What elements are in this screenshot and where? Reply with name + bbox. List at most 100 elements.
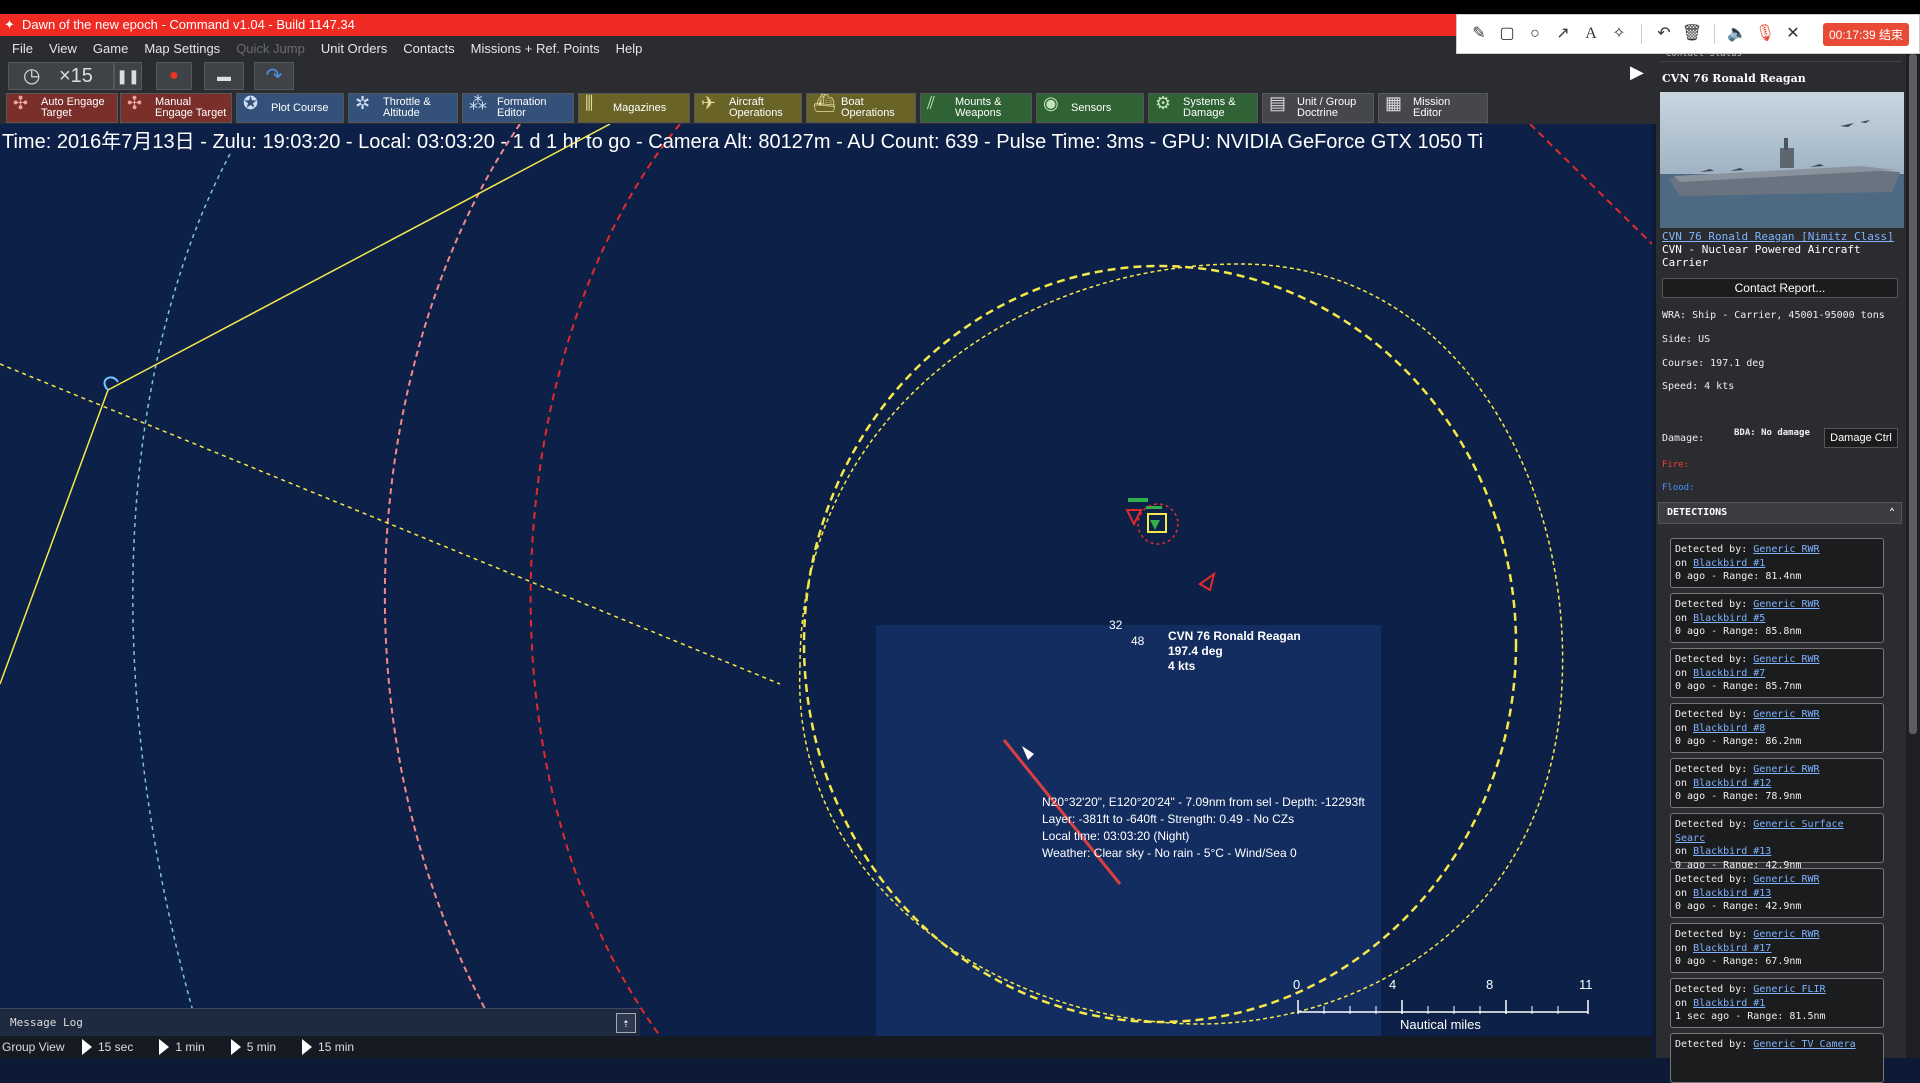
auto-engage-button[interactable]: ✣ Auto Engage Target (6, 93, 118, 123)
group-view-label[interactable]: Group View (0, 1040, 82, 1054)
manual-engage-button[interactable]: ✣ Manual Engage Target (120, 93, 232, 123)
platform-link[interactable]: Blackbird #17 (1693, 943, 1771, 954)
detection-age: 0 ago (1675, 626, 1706, 637)
record-button[interactable]: ● (156, 62, 192, 90)
throttle-button[interactable]: ✲ Throttle & Altitude (348, 93, 458, 123)
undo-icon[interactable]: ↶ (1652, 22, 1676, 46)
aircraft-operations-button[interactable]: ✈ Aircraft Operations (694, 93, 802, 123)
sensor-link[interactable]: Generic RWR (1753, 654, 1819, 665)
systems-damage-button[interactable]: ⚙ Systems & Damage (1148, 93, 1258, 123)
pause-button[interactable]: ❚❚ (114, 62, 142, 90)
detection-age: 0 ago (1675, 791, 1706, 802)
record-timer-button[interactable]: 00:17:39 结束 (1823, 22, 1910, 46)
menu-view[interactable]: View (41, 41, 85, 56)
detection-range: Range: 78.9nm (1723, 791, 1802, 802)
mission-editor-button[interactable]: ▦ Mission Editor (1378, 93, 1488, 123)
collapse-panel-icon[interactable]: ▶ (1630, 62, 1644, 82)
platform-link[interactable]: Blackbird #8 (1693, 723, 1765, 734)
mounts-weapons-button[interactable]: ⫽ Mounts & Weapons (920, 93, 1032, 123)
detection-card[interactable]: Detected by: Generic TV Cameraon - (1670, 1033, 1884, 1083)
sensor-link[interactable]: Generic Surface Searc (1675, 819, 1844, 844)
detection-card[interactable]: Detected by: Generic RWR on Blackbird #7 0… (1670, 648, 1884, 698)
menu-game[interactable]: Game (85, 41, 136, 56)
detection-card[interactable]: Detected by: Generic RWR on Blackbird #17… (1670, 923, 1884, 973)
clock-button[interactable]: ◷ ×15 (8, 62, 114, 90)
boat-operations-button[interactable]: ⛴ Boat Operations (806, 93, 916, 123)
menu-map-settings[interactable]: Map Settings (136, 41, 228, 56)
close-icon[interactable]: ✕ (1781, 22, 1805, 46)
play-icon (230, 1039, 241, 1055)
sensor-link[interactable]: Generic RWR (1753, 764, 1819, 775)
expand-log-icon[interactable]: ⇡ (616, 1013, 636, 1033)
menu-missions[interactable]: Missions + Ref. Points (463, 41, 608, 56)
damage-control-button[interactable]: Damage Ctrl (1824, 428, 1898, 448)
jump-arrow-button[interactable]: ↷ (254, 62, 294, 90)
gear-icon: ⚙ (1155, 93, 1172, 113)
sensor-link[interactable]: Generic RWR (1753, 874, 1819, 885)
scrollbar-thumb[interactable] (1909, 54, 1917, 734)
sensor-link[interactable]: Generic RWR (1753, 599, 1819, 610)
detection-card[interactable]: Detected by: Generic FLIR on Blackbird #1… (1670, 978, 1884, 1028)
sensor-link[interactable]: Generic RWR (1753, 544, 1819, 555)
magazines-button[interactable]: ⫼ Magazines (578, 93, 690, 123)
message-log-bar[interactable]: Message Log ⇡ (0, 1008, 640, 1036)
auto-engage-label: Auto Engage Target (41, 96, 105, 119)
pen-icon[interactable]: ✎ (1467, 22, 1491, 46)
mic-muted-icon[interactable]: 🎙 (1753, 22, 1777, 46)
class-link[interactable]: CVN 76 Ronald Reagan [Nimitz Class] (1662, 230, 1904, 243)
menu-unit-orders[interactable]: Unit Orders (313, 41, 395, 56)
platform-link[interactable]: Blackbird #12 (1693, 778, 1771, 789)
detection-platform-line: on Blackbird #12 (1675, 777, 1772, 789)
menu-help[interactable]: Help (608, 41, 651, 56)
detection-card[interactable]: Detected by: Generic RWR on Blackbird #13… (1670, 868, 1884, 918)
side-panel-scrollbar[interactable] (1906, 48, 1920, 1058)
time-step-5min[interactable]: 5 min (230, 1039, 276, 1055)
rectangle-icon[interactable]: ▢ (1495, 22, 1519, 46)
doctrine-button[interactable]: ▤ Unit / Group Doctrine (1262, 93, 1374, 123)
hostile-contact-icon[interactable] (1125, 509, 1143, 527)
tactical-map[interactable]: 32 48 CVN 76 Ronald Reagan 197.4 deg 4 k… (0, 124, 1652, 1036)
sensor-link[interactable]: Generic TV Camera (1753, 1039, 1855, 1050)
damage-label: Damage: (1662, 433, 1705, 444)
detections-header[interactable]: DETECTIONS ⌃ (1658, 502, 1902, 524)
sensor-link[interactable]: Generic RWR (1753, 709, 1819, 720)
detection-card[interactable]: Detected by: Generic Surface Searc on Bla… (1670, 813, 1884, 871)
trash-icon[interactable]: 🗑 (1680, 22, 1704, 46)
platform-link[interactable]: Blackbird #1 (1693, 558, 1765, 569)
circle-icon[interactable]: ○ (1523, 22, 1547, 46)
platform-link[interactable]: Blackbird #7 (1693, 668, 1765, 679)
detection-card[interactable]: Detected by: Generic RWR on Blackbird #5 0… (1670, 593, 1884, 643)
menu-contacts[interactable]: Contacts (395, 41, 462, 56)
detection-card[interactable]: Detected by: Generic RWR on Blackbird #8 0… (1670, 703, 1884, 753)
time-step-15min[interactable]: 15 min (302, 1039, 354, 1055)
plot-course-button[interactable]: ✪ Plot Course (236, 93, 344, 123)
platform-link[interactable]: Blackbird #13 (1693, 888, 1771, 899)
detection-card[interactable]: Detected by: Generic RWR on Blackbird #12… (1670, 758, 1884, 808)
platform-link[interactable]: Blackbird #1 (1693, 998, 1765, 1009)
carrier-unit-icon[interactable] (1150, 520, 1160, 530)
ship-photo-image (1660, 92, 1904, 228)
detection-platform-line: on Blackbird #1 (1675, 997, 1766, 1009)
speaker-icon[interactable]: 🔈 (1725, 22, 1749, 46)
text-icon[interactable]: A (1579, 22, 1603, 46)
range-ring-red-edge (1529, 124, 1652, 245)
sensor-link[interactable]: Generic RWR (1753, 929, 1819, 940)
detection-sensor-line: Detected by: Generic TV Camera (1675, 1039, 1856, 1050)
platform-link[interactable]: Blackbird #5 (1693, 613, 1765, 624)
magic-wand-icon[interactable]: ✧ (1607, 22, 1631, 46)
sensors-button[interactable]: ◉ Sensors (1036, 93, 1144, 123)
hostile-contact-icon[interactable] (1198, 571, 1216, 592)
toolbar-divider (1641, 24, 1642, 44)
time-step-label: 15 sec (98, 1040, 134, 1054)
time-step-1min[interactable]: 1 min (159, 1039, 205, 1055)
terrain-button[interactable]: ▬ (204, 62, 244, 90)
detection-card[interactable]: Detected by: Generic RWR on Blackbird #1 0… (1670, 538, 1884, 588)
menu-file[interactable]: File (4, 41, 41, 56)
collapse-chevron-icon[interactable]: ⌃ (1889, 503, 1895, 523)
time-step-15sec[interactable]: 15 sec (82, 1039, 133, 1055)
contact-report-button[interactable]: Contact Report... (1662, 278, 1898, 298)
platform-link[interactable]: Blackbird #13 (1693, 846, 1771, 857)
formation-editor-button[interactable]: ⁂ Formation Editor (462, 93, 574, 123)
sensor-link[interactable]: Generic FLIR (1753, 984, 1825, 995)
arrow-icon[interactable]: ↗ (1551, 22, 1575, 46)
